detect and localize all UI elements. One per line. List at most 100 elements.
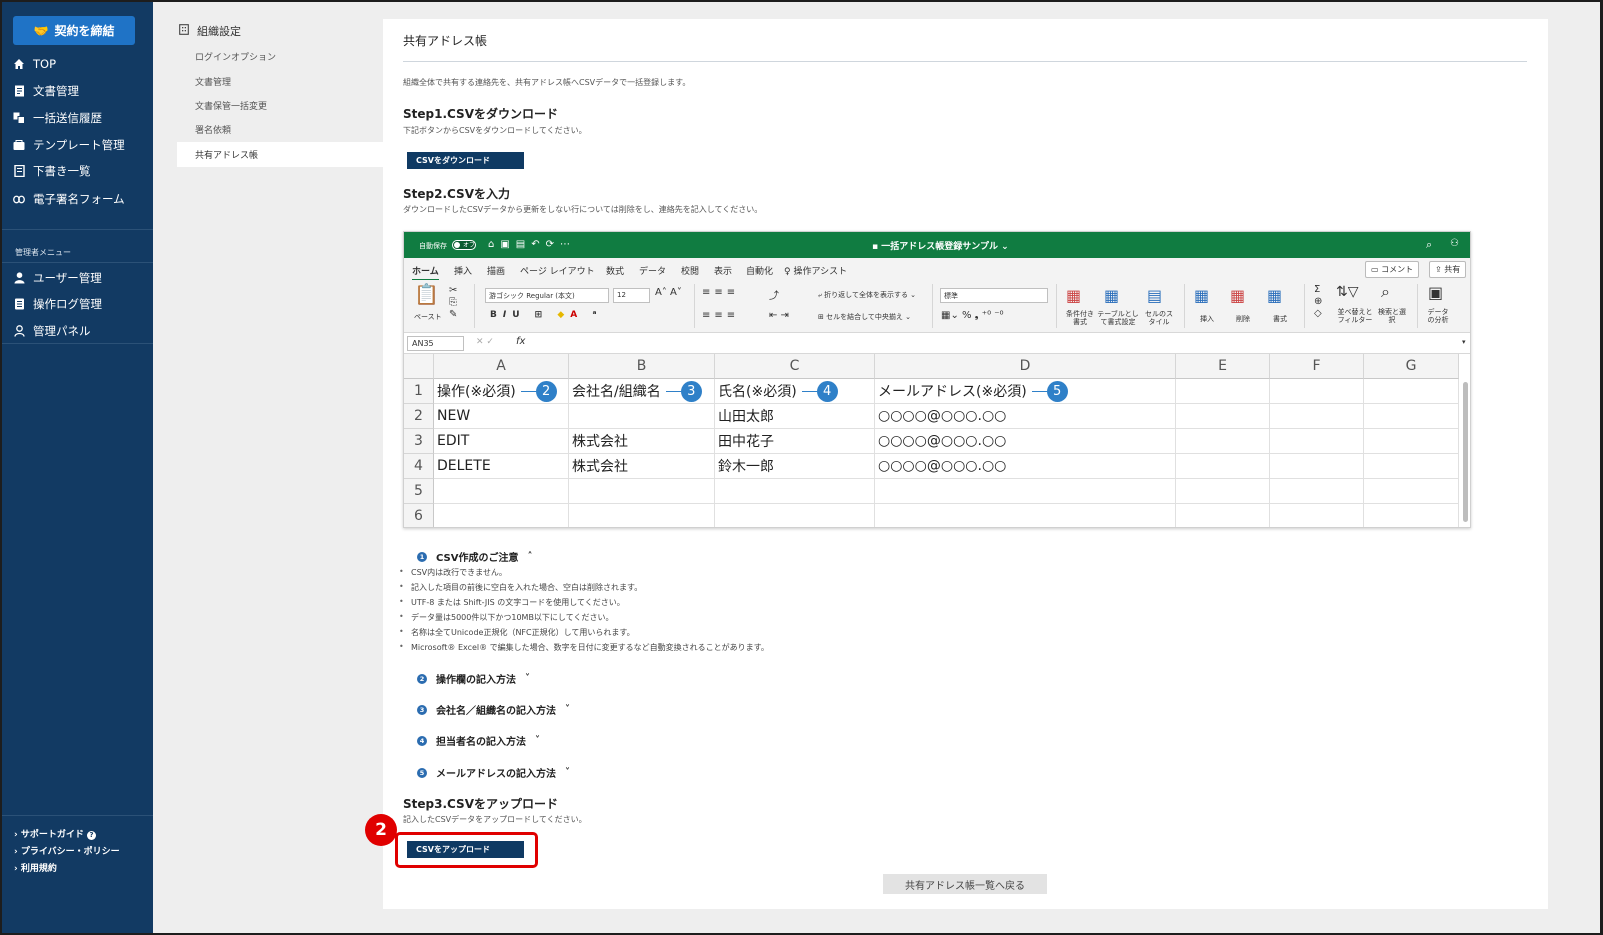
excel-ribbon: 📋 ペースト ✂ ⎘ ✎ 游ゴシック Regular (本文) 12 A˄ A˅ B… [404,280,1470,333]
csv-upload-button[interactable]: CSVをアップロード [407,841,524,858]
chevron-down-icon: ˅ [565,704,570,715]
subnav-item-signature-request[interactable]: 署名依頼 [195,123,231,136]
format-cells-icon: ▦ [1267,286,1283,305]
ribbon-paste-label: ペースト [414,313,442,321]
excel-comment-button: ▭ コメント [1365,261,1420,278]
app-window: 🤝 契約を締結 TOP 文書管理 一括送信履歴 テンプレート管理 下書き一覧 電… [2,2,1600,933]
excel-cell: NEW [434,404,569,429]
sidebar-item-esign-form[interactable]: 電子署名フォーム [13,191,125,207]
bulk-send-icon [13,112,25,124]
sidebar-item-top[interactable]: TOP [13,57,56,71]
subnav-item-shared-address-book[interactable]: 共有アドレス帳 [195,148,258,161]
building-icon [179,24,189,38]
sidebar-divider [2,815,153,816]
home-icon [13,58,25,70]
excel-cell: 会社名/組織名 3 [569,379,715,404]
footer-link-support[interactable]: › サポートガイド ? [14,827,96,840]
note-bullet: データ量は5000件以下かつ10MB以下にしてください。 [399,612,613,623]
admin-menu-heading: 管理者メニュー [15,248,71,257]
excel-tab-formulas: 数式 [606,267,625,277]
note-section-3[interactable]: 3 会社名／組織名の記入方法 ˅ [417,702,570,717]
sidebar-item-templates[interactable]: テンプレート管理 [13,137,125,153]
sidebar-item-admin-panel[interactable]: 管理パネル [13,323,91,339]
number-format-box: 標準 [940,288,1048,303]
excel-cell [434,479,569,504]
excel-cell: ○○○○@○○○.○○ [875,454,1176,479]
sidebar-item-documents[interactable]: 文書管理 [13,83,79,99]
formula-fx: fx [516,336,526,347]
column-number-badge: 3 [665,380,702,402]
column-number-badge: 5 [1031,380,1068,402]
note-section-1[interactable]: 1 CSV作成のご注意 ˄ [417,549,532,564]
excel-share-button: ⇪ 共有 [1429,261,1467,278]
note-section-5[interactable]: 5 メールアドレスの記入方法 ˅ [417,765,570,780]
excel-row-header: 3 [404,429,434,454]
excel-column-header: C [715,354,875,379]
excel-autosave-label: 自動保存 [419,242,447,250]
excel-cell [1364,504,1459,527]
excel-cell [715,479,875,504]
excel-cell [875,479,1176,504]
excel-cell: ○○○○@○○○.○○ [875,429,1176,454]
note-bullet: 名称は全てUnicode正規化（NFC正規化）して用いられます。 [399,627,635,638]
help-icon: ? [87,830,96,840]
align-top-icons: ≡≡≡ [702,287,740,298]
excel-header-text: 会社名/組織名 [572,384,661,400]
footer-link-privacy[interactable]: › プライバシー・ポリシー [14,844,120,857]
excel-cell [1270,454,1364,479]
log-icon [13,298,25,310]
excel-tab-assist: ♀ 操作アシスト [784,267,848,277]
subnav-title: 組織設定 [179,23,241,39]
excel-cell: 氏名(※必須) 4 [715,379,875,404]
excel-cell: 株式会社 [569,454,715,479]
ribbon-analyze: データの分析 [1427,308,1449,324]
excel-cell [1270,479,1364,504]
sidebar-item-drafts[interactable]: 下書き一覧 [13,163,91,179]
sidebar-item-user-management[interactable]: ユーザー管理 [13,270,102,286]
excel-cell: 田中花子 [715,429,875,454]
column-number-badge: 2 [520,380,557,402]
step3-description: 記入したCSVデータをアップロードしてください。 [403,815,587,824]
csv-download-button[interactable]: CSVをダウンロード [407,152,524,169]
excel-cell: 株式会社 [569,429,715,454]
conditional-format-icon: ▦ [1066,286,1082,305]
clipboard-icon: 📋 [414,282,439,306]
insert-cells-icon: ▦ [1194,286,1210,305]
ribbon-format: 書式 [1273,315,1287,323]
excel-cell [1364,479,1459,504]
step1-description: 下記ボタンからCSVをダウンロードしてください。 [403,126,587,135]
search-icon: ⌕ [1426,238,1433,251]
ribbon-insert: 挿入 [1200,315,1214,323]
ribbon-cond-format: 条件付き書式 [1066,310,1094,326]
sidebar-item-bulk-history[interactable]: 一括送信履歴 [13,110,102,126]
excel-cell: メールアドレス(※必須) 5 [875,379,1176,404]
excel-cell [1176,429,1270,454]
excel-formula-bar: AN35 ✕ ✓ fx ▾ [404,333,1470,354]
excel-cell [569,404,715,429]
excel-tab-draw: 描画 [487,267,506,277]
excel-cell [569,504,715,527]
subnav-item-login-options[interactable]: ログインオプション [195,50,276,63]
note-section-2[interactable]: 2 操作欄の記入方法 ˅ [417,671,530,686]
contract-button[interactable]: 🤝 契約を締結 [13,16,135,45]
back-to-list-button[interactable]: 共有アドレス帳一覧へ戻る [883,874,1047,894]
excel-cell [1176,479,1270,504]
note-section-4[interactable]: 4 担当者名の記入方法 ˅ [417,733,540,748]
excel-cell [1364,379,1459,404]
subnav-item-storage-bulk-change[interactable]: 文書保管一括変更 [195,99,267,112]
excel-cell: 山田太郎 [715,404,875,429]
sidebar-item-operation-log[interactable]: 操作ログ管理 [13,296,102,312]
excel-tab-data: データ [639,267,667,277]
step3-title: Step3.CSVをアップロード [403,797,558,811]
footer-link-terms[interactable]: › 利用規約 [14,861,57,874]
excel-header-text: 氏名(※必須) [718,384,797,400]
excel-cell [1364,404,1459,429]
excel-cell [1364,454,1459,479]
subnav-item-document-management[interactable]: 文書管理 [195,75,231,88]
font-grow-shrink-icons: A˄ A˅ [655,287,682,298]
note-bullet: Microsoft® Excel® で編集した場合、数字を日付に変更するなど自動… [399,642,769,653]
number-format-icons: ▦⌄ % ❟ ⁺⁰ ⁻⁰ [941,310,1004,321]
excel-cell [1176,404,1270,429]
excel-tab-insert: 挿入 [454,267,473,277]
font-size-box: 12 [613,288,650,303]
